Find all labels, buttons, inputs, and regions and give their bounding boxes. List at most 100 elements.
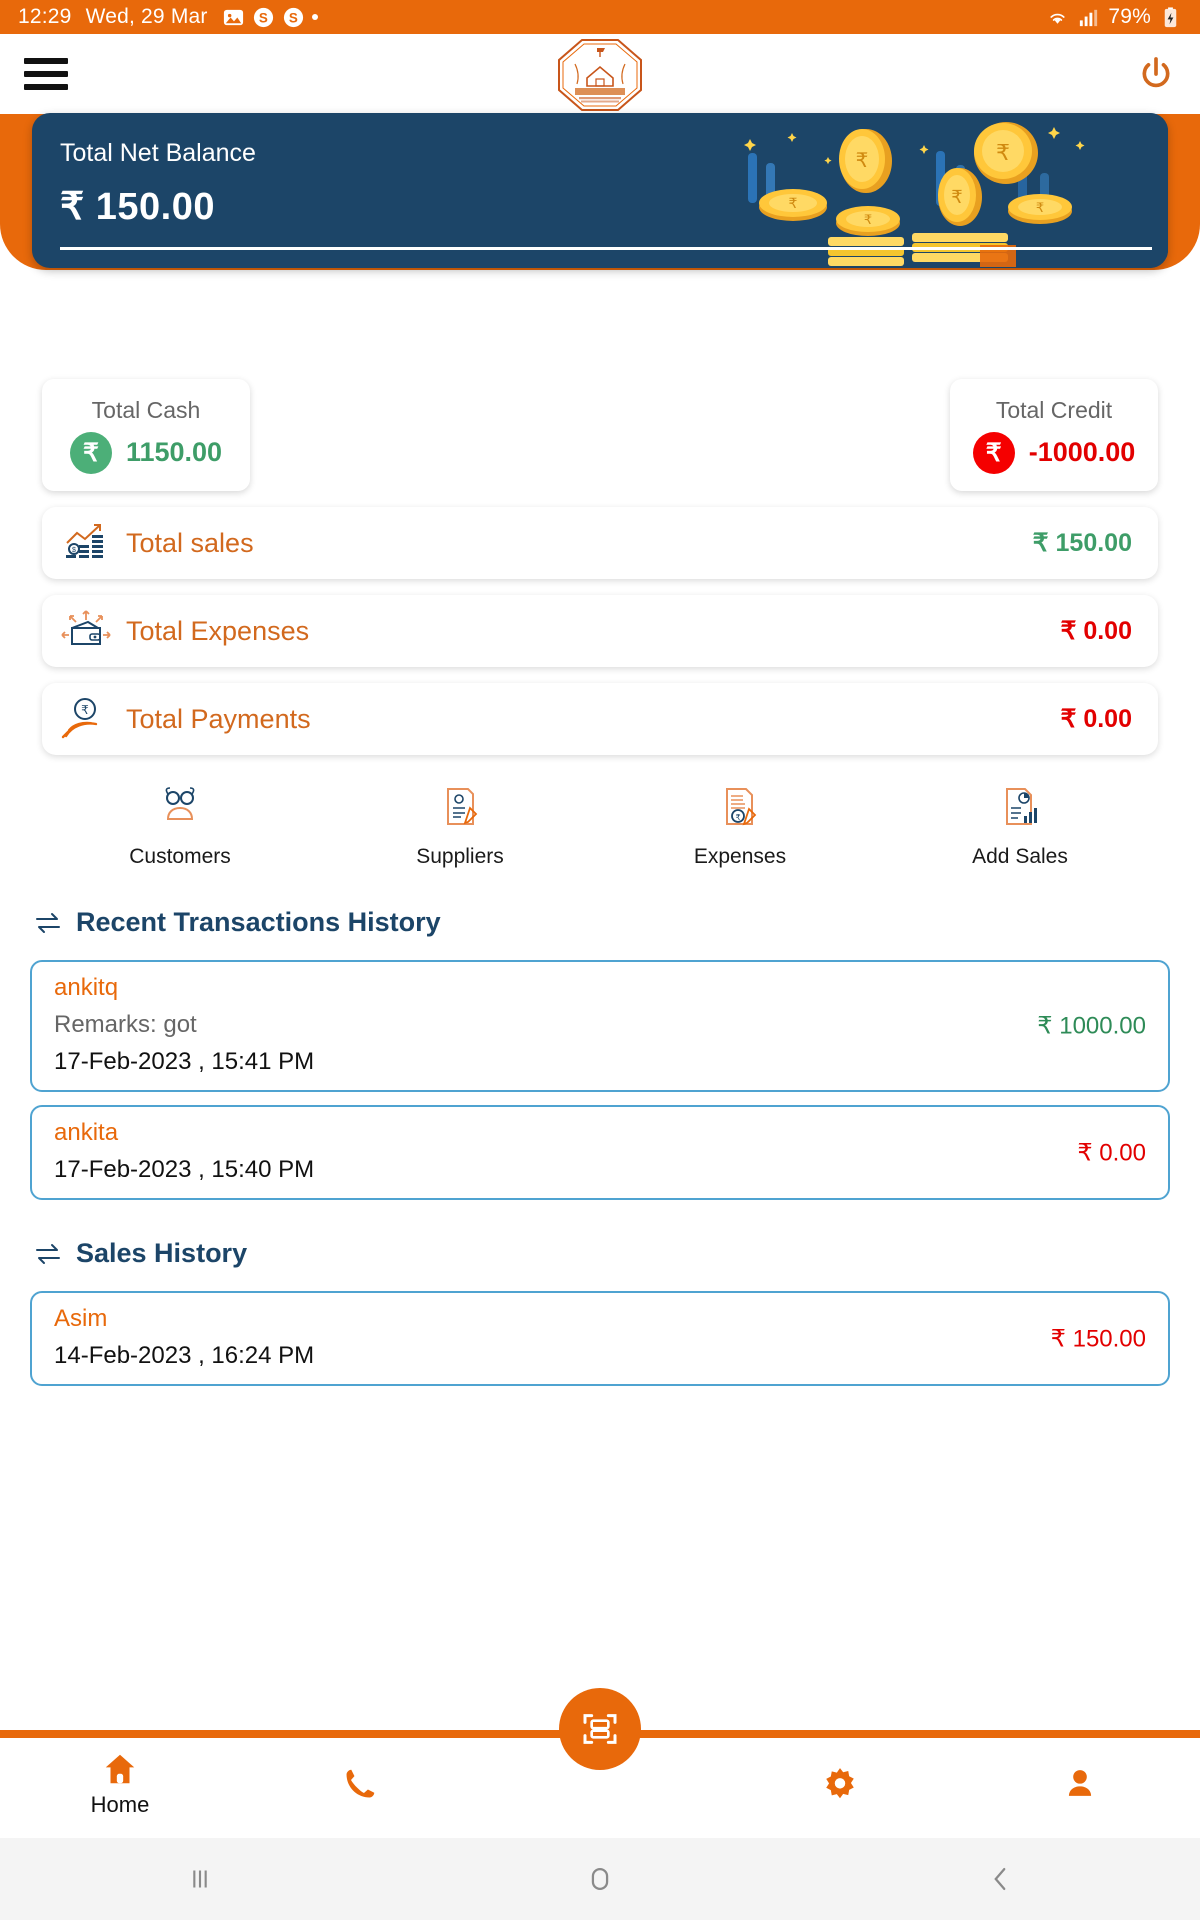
nav-home-label: Home — [90, 1792, 150, 1817]
quick-action-suppliers[interactable]: Suppliers — [320, 783, 600, 869]
recent-transactions-title: Recent Transactions History — [76, 907, 441, 937]
recent-transactions-list[interactable]: ankitq Remarks: got 17-Feb-2023 , 15:41 … — [30, 960, 1170, 1200]
quick-action-expenses[interactable]: ₹ Expenses — [600, 783, 880, 869]
nav-profile[interactable] — [960, 1765, 1200, 1803]
cash-credit-row: Total Cash ₹ 1150.00 Total Credit ₹ -100… — [0, 379, 1200, 499]
transaction-remarks: Remarks: got — [54, 1011, 197, 1038]
summary-rows: $ Total sales ₹ 150.00 Total Expenses ₹ … — [42, 507, 1158, 755]
profile-person-icon — [1068, 1770, 1092, 1796]
shivsahyadri-logo-icon — [558, 39, 642, 111]
total-credit-card[interactable]: Total Credit ₹ -1000.00 — [950, 379, 1158, 491]
add-sales-report-icon — [998, 783, 1042, 831]
nav-phone[interactable] — [240, 1765, 480, 1803]
hamburger-menu-icon[interactable] — [24, 58, 68, 90]
status-bar-right: 79% — [1046, 5, 1182, 29]
svg-text:₹: ₹ — [81, 703, 89, 717]
balance-amount: ₹ 150.00 — [60, 186, 215, 228]
sales-growth-chart-icon: $ — [58, 518, 114, 568]
svg-text:S: S — [289, 10, 298, 25]
sales-history-header: Sales History — [34, 1238, 1200, 1269]
total-payments-row[interactable]: ₹ Total Payments ₹ 0.00 — [42, 683, 1158, 755]
recent-transactions-header: Recent Transactions History — [34, 907, 1200, 938]
total-credit-value: -1000.00 — [1028, 437, 1136, 467]
total-cash-label: Total Cash — [91, 396, 201, 423]
transaction-datetime: 17-Feb-2023 , 15:40 PM — [54, 1156, 315, 1183]
image-icon — [223, 9, 243, 25]
transaction-item[interactable]: ankitq Remarks: got 17-Feb-2023 , 15:41 … — [30, 960, 1170, 1092]
android-system-nav — [0, 1838, 1200, 1920]
suppliers-document-icon — [438, 783, 482, 831]
total-sales-amount: ₹ 150.00 — [1032, 529, 1132, 557]
qr-scan-icon — [583, 1714, 617, 1744]
quick-action-customers-label: Customers — [129, 845, 231, 868]
transaction-amount: ₹ 1000.00 — [1037, 1012, 1146, 1040]
status-date: Wed, 29 Mar — [85, 5, 208, 28]
quick-action-customers[interactable]: Customers — [40, 783, 320, 869]
battery-charging-icon — [1164, 6, 1177, 27]
quick-action-suppliers-label: Suppliers — [416, 845, 504, 868]
battery-percent: 79% — [1108, 5, 1151, 28]
skype-icon: S — [283, 7, 303, 27]
transaction-amount: ₹ 0.00 — [1077, 1139, 1146, 1166]
status-bar-left: 12:29 Wed, 29 Mar S S — [18, 5, 318, 29]
sales-name: Asim — [54, 1305, 108, 1332]
back-chevron-icon[interactable] — [800, 1862, 1200, 1896]
quick-action-add-sales-label: Add Sales — [972, 845, 1068, 868]
transaction-name: ankitq — [54, 974, 119, 1001]
transaction-item[interactable]: ankita 17-Feb-2023 , 15:40 PM ₹ 0.00 — [30, 1105, 1170, 1200]
total-credit-label: Total Credit — [995, 396, 1113, 423]
nav-settings[interactable] — [720, 1765, 960, 1803]
balance-divider — [60, 247, 1152, 250]
transaction-name: ankita — [54, 1119, 119, 1146]
balance-label: Total Net Balance — [60, 139, 256, 167]
quick-action-add-sales[interactable]: Add Sales — [880, 783, 1160, 869]
wifi-icon — [1050, 13, 1065, 24]
total-sales-label: Total sales — [126, 527, 254, 558]
svg-text:₹: ₹ — [735, 813, 740, 822]
expenses-document-icon: ₹ — [718, 783, 762, 831]
total-payments-label: Total Payments — [126, 703, 311, 734]
app-screen: 12:29 Wed, 29 Mar S S 79% ₹ ₹ ₹ ₹ ₹ ₹ To… — [0, 0, 1200, 1920]
svg-text:S: S — [259, 10, 268, 25]
total-cash-value-row: ₹ 1150.00 — [69, 431, 223, 474]
total-sales-row[interactable]: $ Total sales ₹ 150.00 — [42, 507, 1158, 579]
skype-icon: S — [253, 7, 273, 27]
total-net-balance-card[interactable]: ₹ ₹ ₹ ₹ ₹ ₹ Total Net Balance ₹ 150.00 — [32, 113, 1168, 268]
total-cash-card[interactable]: Total Cash ₹ 1150.00 — [42, 379, 250, 491]
total-cash-value: 1150.00 — [125, 437, 223, 467]
sales-history-list[interactable]: Asim 14-Feb-2023 , 16:24 PM ₹ 150.00 — [30, 1291, 1170, 1399]
home-icon — [105, 1754, 135, 1784]
app-logo[interactable] — [557, 38, 643, 117]
rupee-coin-red-icon: ₹ — [972, 431, 1015, 474]
phone-icon — [346, 1769, 375, 1798]
sales-amount: ₹ 150.00 — [1050, 1325, 1146, 1352]
sales-datetime: 14-Feb-2023 , 16:24 PM — [54, 1342, 315, 1369]
total-credit-value-row: ₹ -1000.00 — [972, 431, 1136, 474]
home-circle-icon[interactable] — [400, 1862, 800, 1896]
bottom-navigation: Home — [0, 1688, 1200, 1838]
balance-text-block: Total Net Balance ₹ 150.00 — [32, 113, 1168, 229]
nav-home[interactable]: Home — [0, 1750, 240, 1818]
sales-item[interactable]: Asim 14-Feb-2023 , 16:24 PM ₹ 150.00 — [30, 1291, 1170, 1386]
transaction-datetime: 17-Feb-2023 , 15:41 PM — [54, 1048, 315, 1075]
exchange-arrows-icon — [36, 912, 60, 933]
scan-fab-button[interactable] — [559, 1688, 641, 1770]
customers-group-icon — [158, 783, 202, 831]
rupee-coin-green-icon: ₹ — [69, 431, 112, 474]
settings-gear-icon — [826, 1768, 854, 1799]
quick-actions: Customers Suppliers ₹ Expenses Add Sales — [40, 783, 1160, 869]
svg-text:$: $ — [72, 547, 76, 554]
total-expenses-amount: ₹ 0.00 — [1060, 617, 1132, 645]
status-bar: 12:29 Wed, 29 Mar S S 79% — [0, 0, 1200, 34]
power-logout-icon[interactable] — [1136, 54, 1176, 94]
exchange-arrows-icon — [36, 1243, 60, 1264]
status-time: 12:29 — [18, 5, 72, 28]
status-notification-icons: S S — [222, 6, 318, 29]
total-expenses-row[interactable]: Total Expenses ₹ 0.00 — [42, 595, 1158, 667]
hand-rupee-payment-icon: ₹ — [58, 694, 114, 744]
quick-action-expenses-label: Expenses — [693, 845, 787, 868]
signal-icon — [1080, 9, 1098, 26]
wallet-expenses-icon — [58, 606, 114, 656]
recents-icon[interactable] — [0, 1862, 400, 1896]
app-header — [0, 34, 1200, 114]
